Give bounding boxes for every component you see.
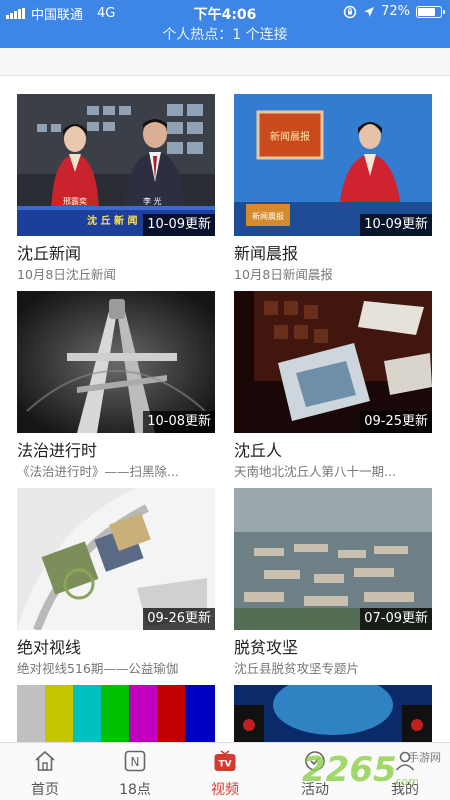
video-subtitle: 沈丘县脱贫攻坚专题片: [234, 661, 360, 676]
tab-label: 活动: [301, 782, 329, 798]
video-title[interactable]: 沈丘新闻: [17, 240, 215, 262]
battery-percent: 72%: [381, 4, 410, 19]
studio-screen-text: 新闻晨报: [270, 130, 310, 143]
profile-icon: [395, 751, 415, 771]
video-thumbnail[interactable]: [234, 685, 432, 742]
video-title[interactable]: 法治进行时: [17, 437, 215, 459]
hotspot-banner[interactable]: 个人热点：1 个连接: [0, 24, 450, 44]
video-card[interactable]: 10-08更新 法治进行时 《法治进行时》——扫黑除...: [17, 291, 215, 479]
news-ticker-text: 沈 丘 新 闻: [87, 214, 137, 227]
tab-home[interactable]: 首页: [0, 743, 90, 800]
video-thumbnail[interactable]: 10-08更新: [17, 291, 215, 433]
lock-rotation-icon: [343, 5, 357, 18]
video-card[interactable]: [234, 685, 432, 742]
bottom-tab-bar: 首页 N 18点 TV 视频 活动 我的: [0, 742, 450, 800]
tab-video[interactable]: TV 视频: [180, 743, 270, 800]
video-subtitle: 绝对视线516期——公益瑜伽: [17, 661, 179, 676]
tab-label: 我的: [391, 782, 419, 798]
desk-sign-text: 新闻晨报: [252, 211, 284, 221]
video-thumbnail[interactable]: 邢露奕 李 光 沈 丘 新 闻 10-09更新: [17, 94, 215, 236]
location-icon: [364, 6, 375, 17]
activity-icon: [305, 751, 325, 771]
update-badge: 10-09更新: [143, 214, 215, 236]
video-thumbnail[interactable]: 09-26更新: [17, 488, 215, 630]
color-bars-image: [17, 685, 215, 742]
battery-icon: [416, 5, 445, 18]
top-header: [0, 48, 450, 76]
tv-icon-glyph: TV: [218, 760, 231, 770]
anchor-name-left: 邢露奕: [63, 196, 87, 206]
video-title[interactable]: 脱贫攻坚: [234, 634, 432, 656]
video-subtitle: 10月8日沈丘新闻: [17, 267, 116, 282]
video-title[interactable]: 沈丘人: [234, 437, 432, 459]
stage-image: [234, 685, 432, 742]
video-card[interactable]: 07-09更新 脱贫攻坚 沈丘县脱贫攻坚专题片: [234, 488, 432, 676]
video-thumbnail[interactable]: 07-09更新: [234, 488, 432, 630]
update-badge: 09-25更新: [360, 411, 432, 433]
tv-icon: TV: [214, 750, 236, 771]
video-thumbnail[interactable]: [17, 685, 215, 742]
video-title[interactable]: 新闻晨报: [234, 240, 432, 262]
video-card[interactable]: 09-26更新 绝对视线 绝对视线516期——公益瑜伽: [17, 488, 215, 676]
video-grid[interactable]: 邢露奕 李 光 沈 丘 新 闻 10-09更新 沈丘新闻 10月8日沈丘新闻 新…: [0, 76, 450, 742]
tab-label: 18点: [119, 782, 151, 798]
tab-18dian[interactable]: N 18点: [90, 743, 180, 800]
video-card[interactable]: 09-25更新 沈丘人 天南地北沈丘人第八十一期...: [234, 291, 432, 479]
video-title[interactable]: 绝对视线: [17, 634, 215, 656]
update-badge: 07-09更新: [360, 608, 432, 630]
tab-profile[interactable]: 我的: [360, 743, 450, 800]
video-thumbnail[interactable]: 09-25更新: [234, 291, 432, 433]
video-subtitle: 天南地北沈丘人第八十一期...: [234, 464, 396, 479]
tab-label: 视频: [211, 782, 239, 798]
video-card[interactable]: 新闻晨报 新闻晨报 10-09更新 新闻晨报 10月8日新闻晨报: [234, 94, 432, 282]
update-badge: 10-08更新: [143, 411, 215, 433]
tab-label: 首页: [31, 782, 59, 798]
update-badge: 09-26更新: [143, 608, 215, 630]
video-subtitle: 《法治进行时》——扫黑除...: [17, 464, 179, 479]
anchor-name-right: 李 光: [143, 196, 162, 206]
home-icon: [35, 750, 55, 771]
video-card[interactable]: [17, 685, 215, 742]
status-bar: 中国联通 4G 下午4:06 72% 个人热点：1 个连接: [0, 0, 450, 48]
n-icon: N: [124, 750, 146, 772]
video-thumbnail[interactable]: 新闻晨报 新闻晨报 10-09更新: [234, 94, 432, 236]
video-subtitle: 10月8日新闻晨报: [234, 267, 333, 282]
tab-activity[interactable]: 活动: [270, 743, 360, 800]
video-card[interactable]: 邢露奕 李 光 沈 丘 新 闻 10-09更新 沈丘新闻 10月8日沈丘新闻: [17, 94, 215, 282]
n-icon-glyph: N: [131, 755, 140, 769]
update-badge: 10-09更新: [360, 214, 432, 236]
